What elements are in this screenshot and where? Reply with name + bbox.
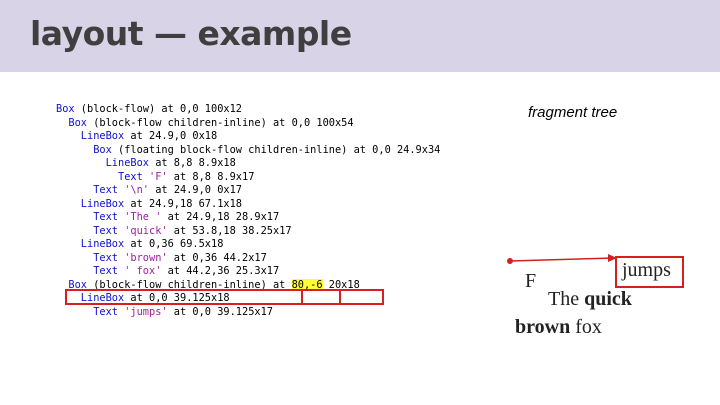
rendered-jumps: jumps [622,259,671,281]
rendered-line-3: brown fox [515,316,602,339]
rendered-fox: fox [570,316,602,338]
rendered-float-f: F [525,270,537,292]
rendered-line-2: The quick [548,288,632,311]
rendered-brown: brown [515,316,571,338]
rendered-quick: quick [584,288,632,310]
rendered-the: The [548,288,585,310]
